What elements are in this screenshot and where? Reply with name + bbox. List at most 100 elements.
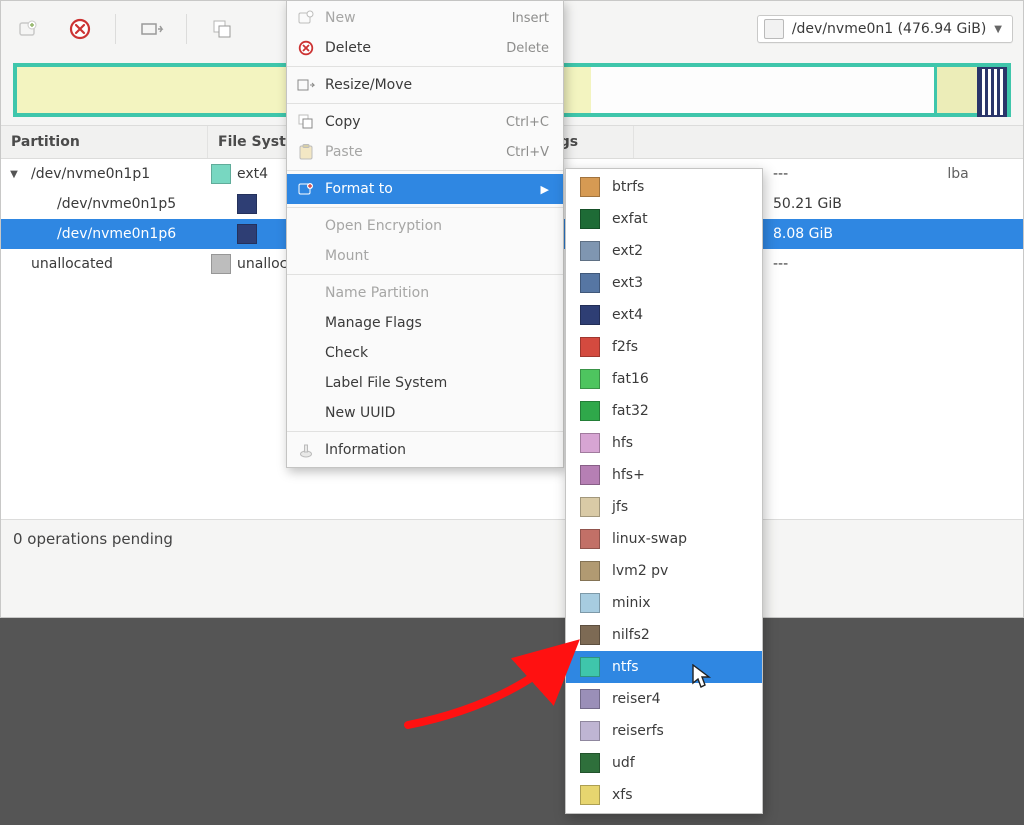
fs-color-swatch-icon xyxy=(580,465,600,485)
new-icon xyxy=(297,9,315,27)
fs-color-swatch-icon xyxy=(580,401,600,421)
fs-option-label: ext3 xyxy=(612,275,643,291)
blank-icon xyxy=(297,247,315,265)
menu-item-accelerator: Delete xyxy=(506,41,549,56)
info-icon xyxy=(297,441,315,459)
flags-value: lba xyxy=(893,166,1023,182)
menu-separator xyxy=(287,274,563,275)
fs-option-label: nilfs2 xyxy=(612,627,650,643)
format-option-lvm2-pv[interactable]: lvm2 pv xyxy=(566,555,762,587)
fs-color-swatch-icon xyxy=(580,689,600,709)
fs-color-swatch-icon xyxy=(580,305,600,325)
format-option-btrfs[interactable]: btrfs xyxy=(566,171,762,203)
unused-size: 50.21 GiB xyxy=(773,196,893,212)
menu-item-manage-flags[interactable]: Manage Flags xyxy=(287,308,563,338)
blank-icon xyxy=(297,344,315,362)
fs-option-label: lvm2 pv xyxy=(612,563,668,579)
unused-size: --- xyxy=(773,166,893,182)
format-option-ext4[interactable]: ext4 xyxy=(566,299,762,331)
format-option-nilfs2[interactable]: nilfs2 xyxy=(566,619,762,651)
fs-color-swatch-icon xyxy=(580,273,600,293)
menu-separator xyxy=(287,66,563,67)
fs-option-label: hfs xyxy=(612,435,633,451)
menu-item-label: New UUID xyxy=(325,405,549,421)
col-partition[interactable]: Partition xyxy=(1,126,208,158)
device-selector[interactable]: /dev/nvme0n1 (476.94 GiB) ▼ xyxy=(757,15,1013,43)
format-option-linux-swap[interactable]: linux-swap xyxy=(566,523,762,555)
format-option-ext2[interactable]: ext2 xyxy=(566,235,762,267)
toolbar-separator xyxy=(186,14,187,44)
format-option-xfs[interactable]: xfs xyxy=(566,779,762,811)
format-option-hfs[interactable]: hfs xyxy=(566,427,762,459)
menu-item-accelerator: Ctrl+V xyxy=(506,145,549,160)
menu-item-information[interactable]: Information xyxy=(287,435,563,465)
menu-item-check[interactable]: Check xyxy=(287,338,563,368)
resize-icon xyxy=(297,76,315,94)
fs-option-label: jfs xyxy=(612,499,628,515)
fs-color-swatch-icon xyxy=(580,209,600,229)
format-option-hfs-[interactable]: hfs+ xyxy=(566,459,762,491)
fs-option-label: ntfs xyxy=(612,659,639,675)
fs-option-label: fat32 xyxy=(612,403,649,419)
menu-item-open-encryption: Open Encryption xyxy=(287,211,563,241)
delete-partition-button[interactable] xyxy=(63,12,97,46)
menu-item-resize-move[interactable]: Resize/Move xyxy=(287,70,563,100)
menu-item-label: Check xyxy=(325,345,549,361)
menu-item-label: Open Encryption xyxy=(325,218,549,234)
new-partition-button[interactable] xyxy=(11,12,45,46)
menu-item-label: Format to xyxy=(325,181,531,197)
format-option-reiser4[interactable]: reiser4 xyxy=(566,683,762,715)
delete-icon xyxy=(297,39,315,57)
menu-item-format-to[interactable]: Format to▶ xyxy=(287,174,563,204)
fs-color-swatch-icon xyxy=(580,529,600,549)
format-option-reiserfs[interactable]: reiserfs xyxy=(566,715,762,747)
format-option-fat16[interactable]: fat16 xyxy=(566,363,762,395)
format-option-exfat[interactable]: exfat xyxy=(566,203,762,235)
menu-item-new-uuid[interactable]: New UUID xyxy=(287,398,563,428)
fs-color-swatch-icon xyxy=(580,625,600,645)
menu-item-label: Label File System xyxy=(325,375,549,391)
menu-item-label-file-system[interactable]: Label File System xyxy=(287,368,563,398)
menu-item-copy[interactable]: CopyCtrl+C xyxy=(287,107,563,137)
format-option-udf[interactable]: udf xyxy=(566,747,762,779)
fs-color-swatch-icon xyxy=(580,337,600,357)
fs-option-label: hfs+ xyxy=(612,467,645,483)
format-option-ext3[interactable]: ext3 xyxy=(566,267,762,299)
status-bar: 0 operations pending xyxy=(1,519,1023,558)
format-option-minix[interactable]: minix xyxy=(566,587,762,619)
fs-option-label: xfs xyxy=(612,787,633,803)
blank-icon xyxy=(297,284,315,302)
fs-swatch-icon xyxy=(211,254,231,274)
unused-size: --- xyxy=(773,256,893,272)
partition-name: unallocated xyxy=(21,256,211,272)
menu-item-name-partition: Name Partition xyxy=(287,278,563,308)
copy-button[interactable] xyxy=(205,12,239,46)
menu-separator xyxy=(287,431,563,432)
fs-option-label: fat16 xyxy=(612,371,649,387)
format-option-f2fs[interactable]: f2fs xyxy=(566,331,762,363)
fs-option-label: minix xyxy=(612,595,651,611)
fs-color-swatch-icon xyxy=(580,785,600,805)
fs-option-label: btrfs xyxy=(612,179,644,195)
blank-icon xyxy=(297,314,315,332)
menu-item-accelerator: Insert xyxy=(512,11,549,26)
format-option-fat32[interactable]: fat32 xyxy=(566,395,762,427)
partition-name: /dev/nvme0n1p5 xyxy=(21,196,237,212)
resize-move-button[interactable] xyxy=(134,12,168,46)
format-option-jfs[interactable]: jfs xyxy=(566,491,762,523)
fs-color-swatch-icon xyxy=(580,721,600,741)
toolbar-separator xyxy=(115,14,116,44)
chevron-down-icon: ▼ xyxy=(994,24,1002,35)
menu-item-delete[interactable]: DeleteDelete xyxy=(287,33,563,63)
paste-icon xyxy=(297,143,315,161)
menu-item-new: NewInsert xyxy=(287,3,563,33)
menu-separator xyxy=(287,207,563,208)
fs-option-label: linux-swap xyxy=(612,531,687,547)
partition-name: /dev/nvme0n1p1 xyxy=(21,166,211,182)
fs-option-label: udf xyxy=(612,755,635,771)
copy-icon xyxy=(297,113,315,131)
unused-size: 8.08 GiB xyxy=(773,226,893,242)
device-selector-label: /dev/nvme0n1 (476.94 GiB) xyxy=(792,21,986,37)
fs-option-label: ext4 xyxy=(612,307,643,323)
format-option-ntfs[interactable]: ntfs xyxy=(566,651,762,683)
